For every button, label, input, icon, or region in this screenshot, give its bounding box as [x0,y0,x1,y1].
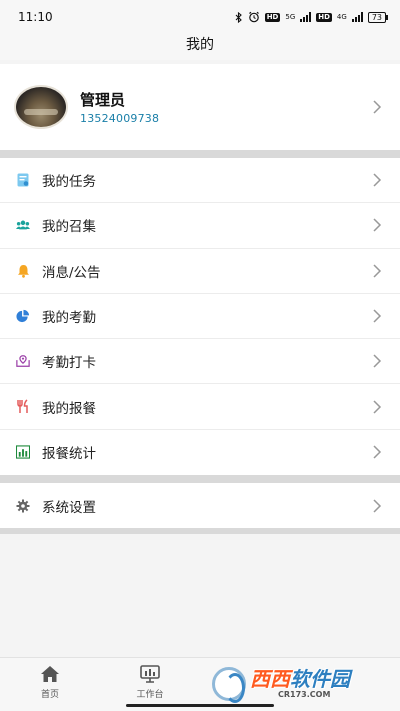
avatar [14,85,68,129]
watermark-logo: 西西软件园 CR173.COM [212,665,382,703]
watermark-icon [212,667,246,703]
battery-icon: 73 [367,11,389,23]
menu-item-my-gathering[interactable]: 我的召集 [0,203,400,249]
status-time: 11:10 [18,10,53,24]
menu-item-system-settings[interactable]: 系统设置 [0,483,400,528]
chevron-right-icon [372,172,382,188]
location-checkin-icon [16,354,30,368]
menu-group-settings: 系统设置 [0,483,400,529]
section-divider [0,528,400,535]
group-icon [16,218,30,232]
menu-item-my-attendance[interactable]: 我的考勤 [0,294,400,340]
menu-item-label: 我的考勤 [42,310,96,327]
menu-item-label: 消息/公告 [42,264,101,281]
home-indicator [126,704,274,707]
menu-item-label: 系统设置 [42,499,96,516]
menu-item-messages[interactable]: 消息/公告 [0,249,400,294]
signal-icon [300,12,312,22]
workbench-icon [140,665,160,683]
section-divider [0,150,400,158]
signal-icon-2 [351,12,363,22]
profile-card[interactable]: 管理员 13524009738 [0,64,400,150]
menu-item-my-meals[interactable]: 我的报餐 [0,384,400,430]
chevron-right-icon [372,99,382,115]
chevron-right-icon [372,444,382,460]
page-title: 我的 [0,34,400,60]
status-icons: HD 5G HD 4G 73 [235,11,389,23]
menu-item-label: 我的召集 [42,219,96,236]
gear-icon [16,499,30,513]
bell-icon [16,264,30,278]
profile-name: 管理员 [80,90,126,109]
menu-item-checkin[interactable]: 考勤打卡 [0,339,400,385]
tab-label: 首页 [40,690,59,700]
home-icon [40,665,60,683]
status-bar: 11:10 HD 5G HD 4G 73 [0,0,400,34]
chevron-right-icon [372,217,382,233]
menu-item-label: 考勤打卡 [42,355,96,372]
menu-item-label: 报餐统计 [42,446,96,463]
bluetooth-icon [235,11,243,23]
profile-phone: 13524009738 [80,111,160,125]
menu-item-label: 我的报餐 [42,400,96,417]
network-4g-label: 4G [336,13,347,21]
chevron-right-icon [372,498,382,514]
watermark-subtext: CR173.COM [278,690,331,699]
chevron-right-icon [372,263,382,279]
cutlery-icon [16,399,30,414]
watermark-text-a: 西西 [250,667,290,691]
alarm-icon [248,11,260,23]
chevron-right-icon [372,308,382,324]
bar-chart-icon [16,445,30,460]
hd-icon-2: HD [316,12,332,22]
menu-item-my-tasks[interactable]: 我的任务 [0,158,400,204]
section-divider [0,475,400,484]
watermark-text-b: 软件园 [290,667,350,691]
chevron-right-icon [372,399,382,415]
chevron-right-icon [372,353,382,369]
task-icon [16,173,30,187]
menu-item-label: 我的任务 [42,174,96,191]
hd-icon: HD [264,12,281,22]
tab-home[interactable]: 首页 [0,658,100,711]
menu-group-main: 我的任务 我的召集 消息/公告 我的考勤 考勤打卡 我的报餐 报餐统计 [0,158,400,476]
pie-chart-icon [16,309,30,323]
tab-label: 工作台 [136,690,164,700]
network-5g-label: 5G [285,13,296,21]
menu-item-meal-statistics[interactable]: 报餐统计 [0,430,400,475]
